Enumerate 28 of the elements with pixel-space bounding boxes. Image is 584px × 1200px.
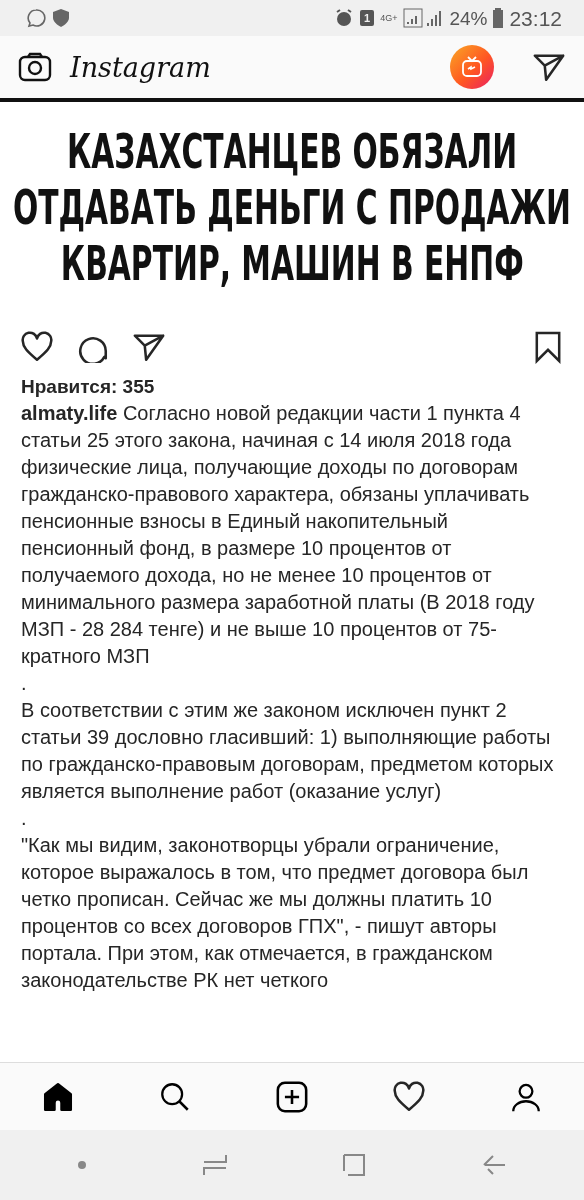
caption-text: "Как мы видим, законотворцы убрали ограничение, которое выражалось в том, что предмет договора был четко прописан. Сейчас же мы должны платить 10 процентов со всех договоров ГПХ", - пишут авторы портала. При этом, как отмечается, в гражданском законодательстве РК нет четкого [21,833,530,993]
caption-text: almaty.life Согласно новой редакции части 1 пункта 4 статьи 25 этого закона, начиная с 14 июля 2018 года физические лица, получающие доходы по договорам гражданско-правового характера, обязаны уплачивать пенсионные взносы в Единый накопительный пенсионный фонд, в размере 10 процентов от получаемого дохода, но не менее 10 процентов от минимального размера заработной платы (В 2018 году МЗП - 28 284 тенге) и не выше 10 процентов от 75-кратного МЗП [21,401,536,669]
dot-icon[interactable] [77,1160,88,1170]
alarm-icon [334,8,354,28]
send-icon[interactable] [132,331,166,363]
phone-chat-icon [26,8,46,28]
network-type: 4G+ [380,13,398,23]
camera-icon[interactable] [18,52,52,82]
signal-icon [403,8,444,28]
headline-text: ОТДАВАТЬ ДЕНЬГИ С ПРОДАЖИ [13,179,571,235]
tv-icon [461,56,483,78]
caption-text: В соответствии с этим же законом исключен пункт 2 статьи 39 дословно гласивший: 1) выполняющие работы по гражданско-правовым договорам, предметом которых является выполнение работ (оказание услуг) [21,698,555,804]
tv-button[interactable] [450,45,494,89]
shield-icon [52,8,70,28]
likes-count: Нравится: 355 [20,375,156,398]
bookmark-icon[interactable] [534,330,562,364]
recent-apps-icon[interactable] [201,1153,228,1177]
battery-percent: 24% [449,8,488,28]
battery-icon [493,8,504,28]
headline-text: КАЗАХСТАНЦЕВ ОБЯЗАЛИ [66,123,518,179]
caption-text: . [21,671,28,696]
heart-icon[interactable] [20,331,54,363]
sim-badge: 1 [360,10,375,26]
clock: 23:12 [509,7,562,29]
headline-text: КВАРТИР, МАШИН В ЕНПФ [60,235,524,291]
app-logo: Instagram [70,51,211,83]
caption-text: . [21,806,28,831]
send-icon[interactable] [532,51,566,83]
